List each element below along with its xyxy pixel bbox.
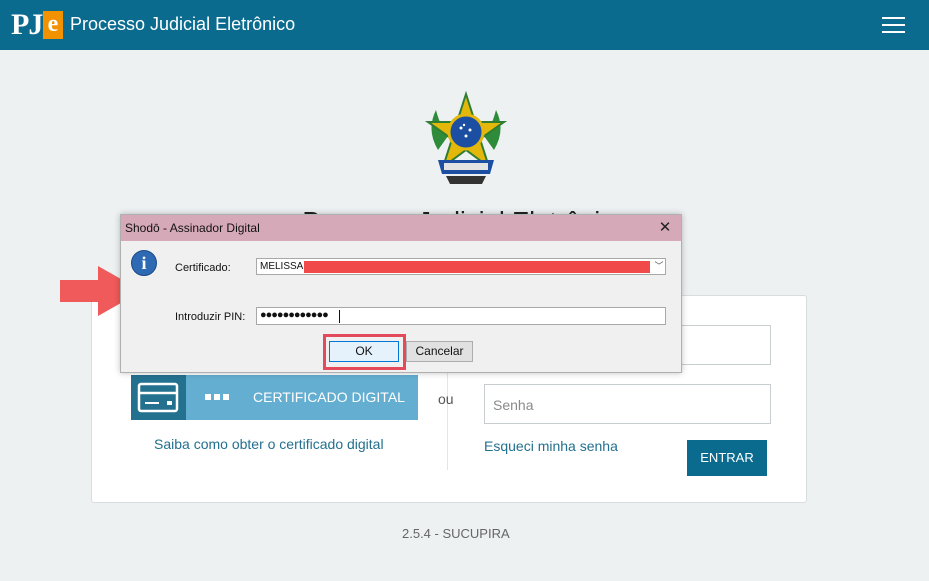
chevron-down-icon: ﹀: [654, 261, 664, 271]
redaction-bar: [304, 261, 650, 273]
logo-e-text: e: [43, 11, 63, 39]
close-icon[interactable]: ✕: [655, 219, 675, 237]
cert-button-label: CERTIFICADO DIGITAL: [253, 389, 405, 405]
certificate-value: MELISSA: [260, 261, 304, 272]
cert-dot-icon: [205, 394, 211, 400]
version-label: 2.5.4 - SUCUPIRA: [402, 526, 510, 541]
password-placeholder: Senha: [493, 397, 534, 413]
dialog-title: Shodō - Assinador Digital: [125, 221, 260, 235]
cert-dot-icon: [223, 394, 229, 400]
forgot-password-link[interactable]: Esqueci minha senha: [484, 438, 618, 454]
login-submit-button[interactable]: ENTRAR: [687, 440, 767, 476]
card-icon: [131, 375, 186, 420]
pje-logo[interactable]: PJ e: [11, 6, 63, 44]
app-title: Processo Judicial Eletrônico: [70, 14, 296, 34]
dialog-titlebar[interactable]: Shodō - Assinador Digital ✕: [121, 215, 681, 241]
certificate-label: Certificado:: [175, 262, 231, 274]
coat-of-arms-icon: [424, 90, 508, 184]
certificate-select[interactable]: MELISSA ﹀: [256, 258, 666, 275]
pin-input[interactable]: ●●●●●●●●●●●●: [256, 307, 666, 325]
cancel-button[interactable]: Cancelar: [406, 341, 473, 362]
signer-dialog: Shodō - Assinador Digital ✕ i Certificad…: [120, 214, 682, 373]
hamburger-menu-icon[interactable]: [882, 17, 905, 33]
cert-help-link[interactable]: Saiba como obter o certificado digital: [154, 436, 384, 452]
password-input[interactable]: Senha: [484, 384, 771, 424]
info-icon: i: [131, 250, 157, 276]
text-caret: [339, 310, 340, 323]
pin-value: ●●●●●●●●●●●●: [260, 309, 329, 321]
or-separator: ou: [438, 391, 454, 407]
logo-pj-text: PJ: [11, 8, 43, 41]
app-header: PJ e Processo Judicial Eletrônico: [0, 0, 929, 50]
ok-button[interactable]: OK: [329, 341, 399, 362]
pin-label: Introduzir PIN:: [175, 311, 246, 323]
cert-dot-icon: [214, 394, 220, 400]
